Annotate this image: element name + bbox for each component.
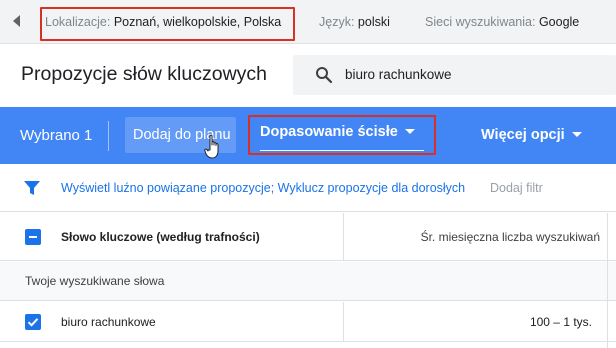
language-label: Język:	[319, 15, 355, 29]
location-highlight-box	[40, 7, 295, 41]
more-options-button[interactable]: Więcej opcji	[481, 127, 582, 143]
filter-row: Wyświetl luźno powiązane propozycje; Wyk…	[0, 164, 616, 212]
search-icon	[316, 67, 333, 84]
caret-down-icon	[571, 132, 582, 137]
row-checkbox[interactable]	[25, 314, 41, 330]
monthly-searches-cell: 100 – 1 tys.	[529, 315, 592, 329]
keyword-search-field[interactable]: biuro rachunkowe	[293, 55, 616, 95]
selected-count: Wybrano 1	[20, 127, 93, 144]
network-filter[interactable]: Sieci wyszukiwania: Google	[425, 15, 579, 29]
network-label: Sieci wyszukiwania:	[425, 15, 536, 29]
page-header: Propozycje słów kluczowych biuro rachunk…	[0, 45, 616, 107]
match-type-highlight-box	[248, 115, 436, 155]
hand-cursor-icon	[204, 134, 219, 159]
column-header-monthly-searches[interactable]: Śr. miesięczna liczba wyszukiwań	[421, 230, 600, 244]
action-divider	[108, 121, 109, 151]
language-filter[interactable]: Język: polski	[319, 15, 390, 29]
network-value: Google	[538, 15, 580, 29]
group-header-row: Twoje wyszukiwane słowa	[0, 262, 616, 301]
select-all-checkbox[interactable]	[25, 229, 41, 245]
chevron-left-icon[interactable]	[13, 15, 20, 27]
language-value: polski	[357, 15, 390, 29]
funnel-icon[interactable]	[24, 180, 40, 196]
page-title: Propozycje słów kluczowych	[21, 63, 268, 85]
check-icon	[27, 318, 39, 327]
table-header: Słowo kluczowe (według trafności) Śr. mi…	[0, 213, 616, 261]
search-input[interactable]: biuro rachunkowe	[345, 67, 452, 82]
group-label: Twoje wyszukiwane słowa	[25, 274, 165, 288]
table-right-border	[607, 213, 608, 348]
table-row[interactable]: biuro rachunkowe 100 – 1 tys.	[0, 302, 616, 342]
column-divider	[343, 213, 344, 261]
more-options-label: Więcej opcji	[481, 127, 565, 143]
keyword-cell: biuro rachunkowe	[61, 315, 156, 329]
active-filters-link[interactable]: Wyświetl luźno powiązane propozycje; Wyk…	[61, 181, 465, 195]
add-filter-button[interactable]: Dodaj filtr	[490, 181, 543, 195]
column-divider	[343, 302, 344, 342]
column-header-keyword[interactable]: Słowo kluczowe (według trafności)	[61, 230, 260, 244]
